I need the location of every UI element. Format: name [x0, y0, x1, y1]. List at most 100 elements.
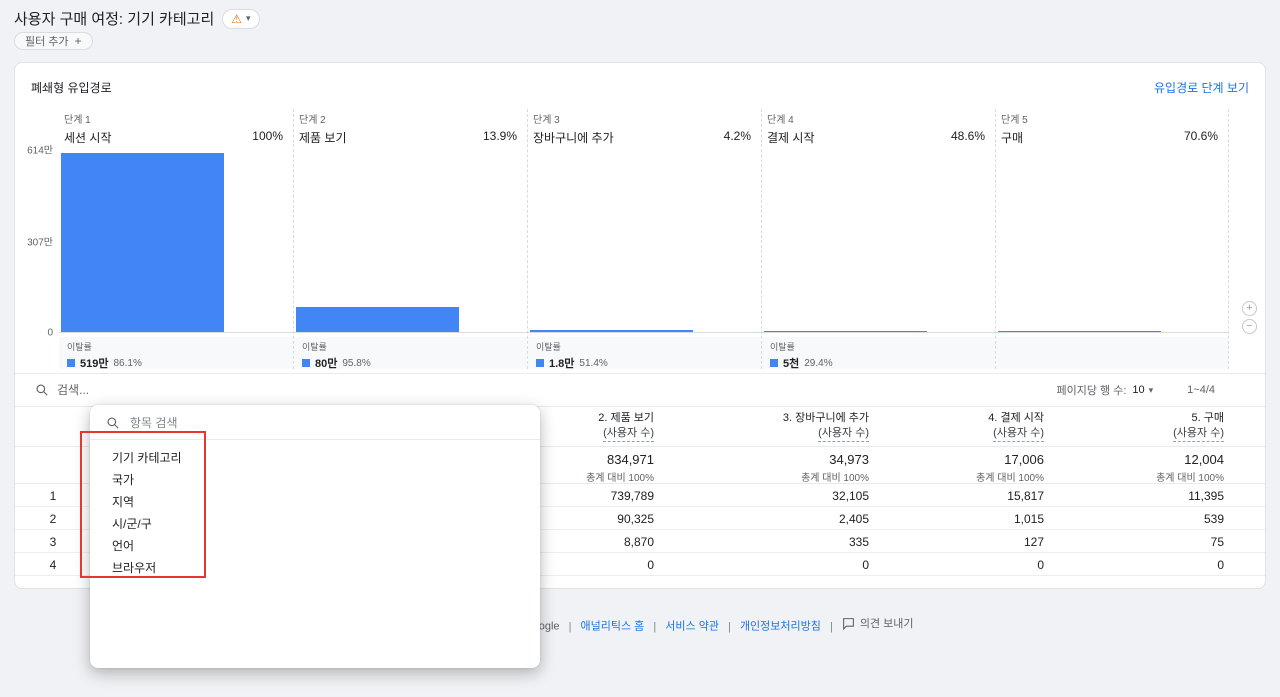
chart-zoom-controls: + −: [1242, 301, 1257, 334]
dimension-option-language[interactable]: 언어: [90, 535, 540, 557]
column-header-purchase[interactable]: 5. 구매 (사용자 수): [1004, 411, 1224, 442]
step-header: 단계 5 구매 70.6%: [996, 109, 1228, 147]
step-header: 단계 4 결제 시작 48.6%: [762, 109, 995, 147]
funnel-bar-step-1[interactable]: [61, 153, 224, 332]
funnel-bar-step-5[interactable]: [998, 331, 1161, 332]
chevron-down-icon: ▾: [246, 13, 251, 23]
step-name: 장바구니에 추가: [533, 131, 614, 145]
step-number-label: 단계 3: [533, 115, 560, 126]
cell-purchase: 75: [1210, 535, 1224, 549]
row-number: 3: [49, 535, 57, 549]
card-header: 폐쇄형 유입경로 유입경로 단계 보기: [31, 79, 1249, 96]
step-header: 단계 1 세션 시작 100%: [59, 109, 293, 147]
step-name: 제품 보기: [299, 131, 347, 145]
abandonment-label: 이탈률: [67, 342, 92, 352]
step-name: 세션 시작: [64, 131, 112, 145]
footer-separator: |: [728, 620, 731, 633]
footer-link-privacy[interactable]: 개인정보처리방침: [740, 621, 821, 633]
abandonment-label: 이탈률: [302, 342, 327, 352]
footer-link-analytics-home[interactable]: 애널리틱스 홈: [581, 621, 645, 633]
dimension-option-browser[interactable]: 브라우저: [90, 557, 540, 579]
step-number-label: 단계 5: [1001, 115, 1028, 126]
warning-icon: ⚠: [231, 11, 243, 26]
y-axis-tick-mid: 307만: [27, 237, 53, 249]
step-plot-area: [528, 149, 761, 333]
page-title: 사용자 구매 여정: 기기 카테고리: [14, 11, 215, 28]
cell-purchase: 539: [1203, 512, 1224, 526]
dimension-picker-dropdown: 기기 카테고리 국가 지역 시/군/구 언어 브라우저: [90, 405, 540, 668]
funnel-bar-step-2[interactable]: [296, 307, 459, 332]
step-rate: 48.6%: [950, 129, 985, 143]
step-number-label: 단계 2: [299, 115, 326, 126]
funnel-bar-step-3[interactable]: [530, 330, 693, 332]
chevron-down-icon: ▾: [1148, 384, 1154, 395]
pagination-range: 1~4/4: [1187, 384, 1215, 396]
footer-link-terms[interactable]: 서비스 약관: [665, 621, 719, 633]
cell-purchase: 0: [1217, 558, 1224, 572]
dimension-search-input[interactable]: [130, 416, 450, 430]
dimension-option-country[interactable]: 국가: [90, 469, 540, 491]
abandonment-value: 5천: [783, 358, 800, 370]
funnel-step-3: 단계 3 장바구니에 추가 4.2% 이탈률 1.8만 51.4%: [527, 109, 761, 370]
send-feedback-label: 의견 보내기: [859, 618, 914, 630]
plus-icon: +: [74, 34, 82, 48]
dimension-list: 기기 카테고리 국가 지역 시/군/구 언어 브라우저: [90, 440, 540, 579]
footer-separator: |: [568, 620, 572, 633]
dimension-option-region[interactable]: 지역: [90, 491, 540, 513]
step-rate: 70.6%: [1183, 129, 1218, 143]
abandonment-rate: 51.4%: [579, 357, 608, 369]
step-name: 구매: [1001, 131, 1024, 145]
step-header: 단계 2 제품 보기 13.9%: [294, 109, 527, 147]
rows-per-page-select[interactable]: 10 ▾: [1132, 384, 1153, 396]
step-number-label: 단계 4: [767, 115, 794, 126]
y-axis-tick-max: 614만: [27, 145, 53, 157]
table-search-input[interactable]: [57, 383, 237, 397]
legend-square-icon: [67, 359, 75, 367]
total-share: 총계 대비 100%: [1156, 473, 1224, 484]
zoom-in-button[interactable]: +: [1242, 301, 1257, 316]
abandonment-label: 이탈률: [536, 342, 561, 352]
abandonment-label: 이탈률: [770, 342, 795, 352]
filter-row: 필터 추가 +: [14, 32, 93, 50]
abandonment-value: 80만: [315, 358, 338, 370]
legend-square-icon: [536, 359, 544, 367]
table-search: [35, 383, 237, 397]
add-filter-button[interactable]: 필터 추가 +: [14, 32, 93, 50]
funnel-step-1: 단계 1 세션 시작 100% 이탈률 519만 86.1%: [59, 109, 293, 370]
step-plot-area: [59, 149, 293, 333]
abandonment-rate: 86.1%: [113, 357, 142, 369]
funnel-chart: 단계 1 세션 시작 100% 이탈률 519만 86.1% 단계 2 제품 보…: [59, 109, 1229, 370]
step-header: 단계 3 장바구니에 추가 4.2%: [528, 109, 761, 147]
y-axis-tick-zero: 0: [47, 327, 53, 339]
metric-term: (사용자 수): [1173, 426, 1224, 442]
add-filter-label: 필터 추가: [25, 36, 69, 48]
footer-separator: |: [653, 620, 657, 633]
abandonment-box-step-5: [996, 337, 1228, 369]
abandonment-box-step-4: 이탈률 5천 29.4%: [762, 337, 995, 370]
rows-per-page-label: 페이지당 행 수:: [1056, 385, 1127, 397]
step-rate: 4.2%: [723, 129, 751, 143]
step-rate: 100%: [252, 129, 283, 143]
abandonment-value: 1.8만: [549, 358, 575, 370]
funnel-step-5: 단계 5 구매 70.6%: [995, 109, 1229, 369]
funnel-section-title: 폐쇄형 유입경로: [31, 81, 112, 95]
page-header: 사용자 구매 여정: 기기 카테고리 ⚠ ▾: [14, 8, 260, 29]
total-value: 12,004: [1184, 452, 1224, 467]
step-plot-area: [996, 149, 1228, 333]
funnel-bar-step-4[interactable]: [764, 331, 927, 332]
abandonment-rate: 29.4%: [804, 357, 833, 369]
view-funnel-steps-link[interactable]: 유입경로 단계 보기: [1154, 79, 1249, 96]
search-icon: [107, 417, 119, 429]
dimension-option-city[interactable]: 시/군/구: [90, 513, 540, 535]
abandonment-value: 519만: [80, 358, 109, 370]
step-plot-area: [762, 149, 995, 333]
report-warning-chip[interactable]: ⚠ ▾: [222, 8, 260, 29]
dimension-option-device-category[interactable]: 기기 카테고리: [90, 447, 540, 469]
zoom-out-button[interactable]: −: [1242, 319, 1257, 334]
send-feedback-button[interactable]: 의견 보내기: [842, 615, 914, 631]
row-number: 4: [49, 558, 57, 572]
funnel-step-2: 단계 2 제품 보기 13.9% 이탈률 80만 95.8%: [293, 109, 527, 370]
cell-purchase: 11,395: [1188, 489, 1224, 503]
step-plot-area: [294, 149, 527, 333]
step-name: 결제 시작: [767, 131, 815, 145]
